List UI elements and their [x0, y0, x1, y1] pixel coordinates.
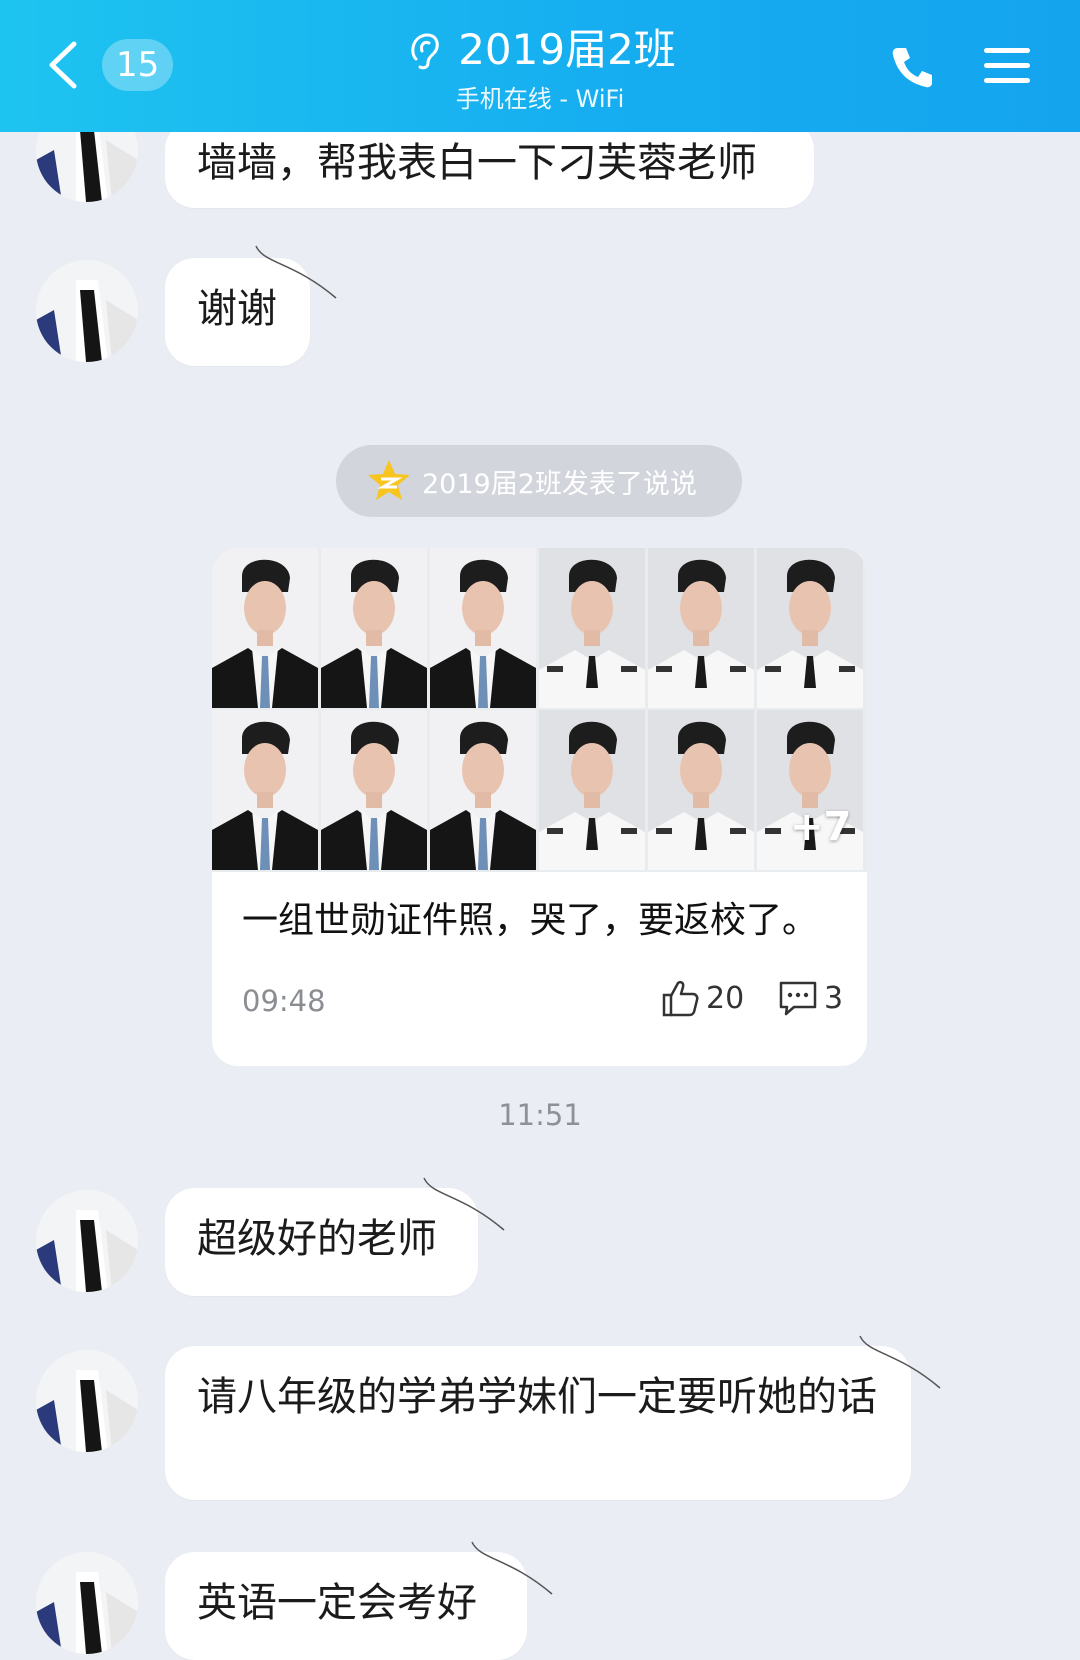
menu-icon[interactable]	[982, 42, 1032, 90]
qzone-star-icon	[368, 460, 410, 500]
bubble-decoration	[423, 1177, 505, 1231]
ear-icon	[411, 33, 439, 70]
photo-thumbnail[interactable]	[430, 710, 536, 870]
comment-icon	[779, 981, 817, 1016]
notice-text: 2019届2班发表了说说	[422, 468, 697, 500]
post-caption: 一组世勋证件照，哭了，要返校了。	[242, 900, 819, 941]
message-bubble[interactable]: 请八年级的学弟学妹们一定要听她的话	[165, 1346, 911, 1500]
like-count: 20	[706, 980, 745, 1016]
avatar[interactable]	[36, 260, 138, 362]
photo-thumbnail[interactable]	[321, 548, 427, 708]
photo-thumbnail[interactable]	[539, 548, 645, 708]
qzone-post-notice[interactable]: 2019届2班发表了说说	[336, 445, 742, 517]
more-photos-count: +7	[790, 804, 852, 850]
photo-thumbnail[interactable]	[321, 710, 427, 870]
photo-thumbnail[interactable]	[757, 548, 863, 708]
avatar[interactable]	[36, 1190, 138, 1292]
time-separator: 11:51	[498, 1098, 582, 1132]
bubble-decoration	[255, 245, 337, 299]
photo-thumbnail[interactable]	[648, 548, 754, 708]
photo-thumbnail[interactable]	[430, 548, 536, 708]
photo-grid[interactable]	[212, 548, 867, 872]
avatar[interactable]	[36, 1552, 138, 1654]
bubble-decoration	[471, 1541, 553, 1595]
photo-thumbnail[interactable]	[648, 710, 754, 870]
chat-header: 15 2019届2班 手机在线 - WiFi	[0, 0, 1080, 132]
qzone-post-card[interactable]: +7 一组世勋证件照，哭了，要返校了。 09:48 20 3	[212, 548, 867, 1066]
message-bubble[interactable]: 墙墙，帮我表白一下刁芙蓉老师	[165, 120, 814, 208]
thumbs-up-icon	[662, 980, 699, 1017]
avatar[interactable]	[36, 1350, 138, 1452]
chat-title: 2019届2班	[458, 25, 676, 74]
comment-count: 3	[824, 980, 844, 1016]
photo-thumbnail[interactable]	[212, 548, 318, 708]
photo-thumbnail[interactable]	[539, 710, 645, 870]
bubble-decoration	[859, 1335, 941, 1389]
phone-icon[interactable]	[888, 42, 938, 92]
photo-thumbnail[interactable]	[212, 710, 318, 870]
comment-button[interactable]: 3	[778, 978, 843, 1018]
post-time: 09:48	[242, 984, 326, 1018]
like-button[interactable]: 20	[660, 978, 744, 1018]
